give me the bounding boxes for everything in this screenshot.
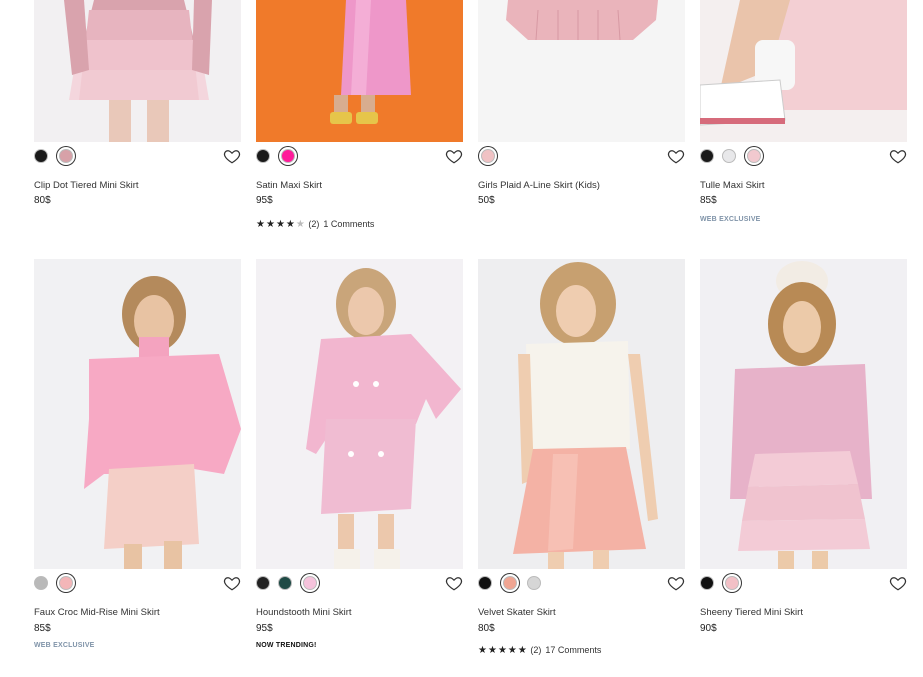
star-icon: ★ — [497, 645, 508, 656]
product-image[interactable] — [478, 259, 685, 569]
color-swatch[interactable] — [303, 576, 317, 590]
star-rating-icons: ★★★★★ — [478, 645, 528, 656]
rating-count: (2) — [527, 645, 542, 655]
product-name[interactable]: Sheeny Tiered Mini Skirt — [700, 607, 803, 618]
product-image[interactable] — [700, 259, 907, 569]
product-image[interactable] — [256, 259, 463, 569]
star-icon: ★ — [507, 645, 518, 656]
color-swatch[interactable] — [34, 576, 48, 590]
product-name[interactable]: Faux Croc Mid-Rise Mini Skirt — [34, 607, 160, 618]
color-swatches — [700, 573, 749, 593]
star-icon: ★ — [487, 645, 498, 656]
product-badge: WEB EXCLUSIVE — [34, 642, 95, 649]
product-price: 95$ — [256, 623, 273, 634]
star-icon: ★ — [517, 645, 528, 656]
color-swatch[interactable] — [59, 576, 73, 590]
product-badge: NOW TRENDING! — [256, 642, 317, 649]
color-swatches — [34, 573, 83, 593]
star-icon: ★ — [478, 645, 488, 656]
color-swatches — [478, 573, 549, 593]
product-price: 85$ — [34, 623, 51, 634]
product-card[interactable]: Houndstooth Mini Skirt 95$ NOW TRENDING! — [256, 0, 463, 677]
product-name[interactable]: Houndstooth Mini Skirt — [256, 607, 352, 618]
wishlist-heart-icon[interactable] — [445, 574, 463, 592]
product-card[interactable]: Sheeny Tiered Mini Skirt 90$ — [700, 0, 907, 677]
color-swatch[interactable] — [478, 576, 492, 590]
color-swatch[interactable] — [278, 576, 292, 590]
product-card[interactable]: Velvet Skater Skirt 80$ ★★★★★ (2) 17 Commen… — [478, 0, 685, 677]
wishlist-heart-icon[interactable] — [223, 574, 241, 592]
wishlist-heart-icon[interactable] — [889, 574, 907, 592]
color-swatch[interactable] — [527, 576, 541, 590]
product-image[interactable] — [34, 259, 241, 569]
comments-link[interactable]: 17 Comments — [545, 645, 601, 655]
color-swatch[interactable] — [503, 576, 517, 590]
product-name[interactable]: Velvet Skater Skirt — [478, 607, 556, 618]
color-swatch[interactable] — [700, 576, 714, 590]
color-swatch[interactable] — [725, 576, 739, 590]
color-swatches — [256, 573, 327, 593]
product-price: 80$ — [478, 623, 495, 634]
product-card[interactable]: Faux Croc Mid-Rise Mini Skirt 85$ WEB EXCL… — [34, 0, 241, 677]
product-rating[interactable]: ★★★★★ (2) 17 Comments — [478, 645, 601, 656]
wishlist-heart-icon[interactable] — [667, 574, 685, 592]
product-price: 90$ — [700, 623, 717, 634]
color-swatch[interactable] — [256, 576, 270, 590]
